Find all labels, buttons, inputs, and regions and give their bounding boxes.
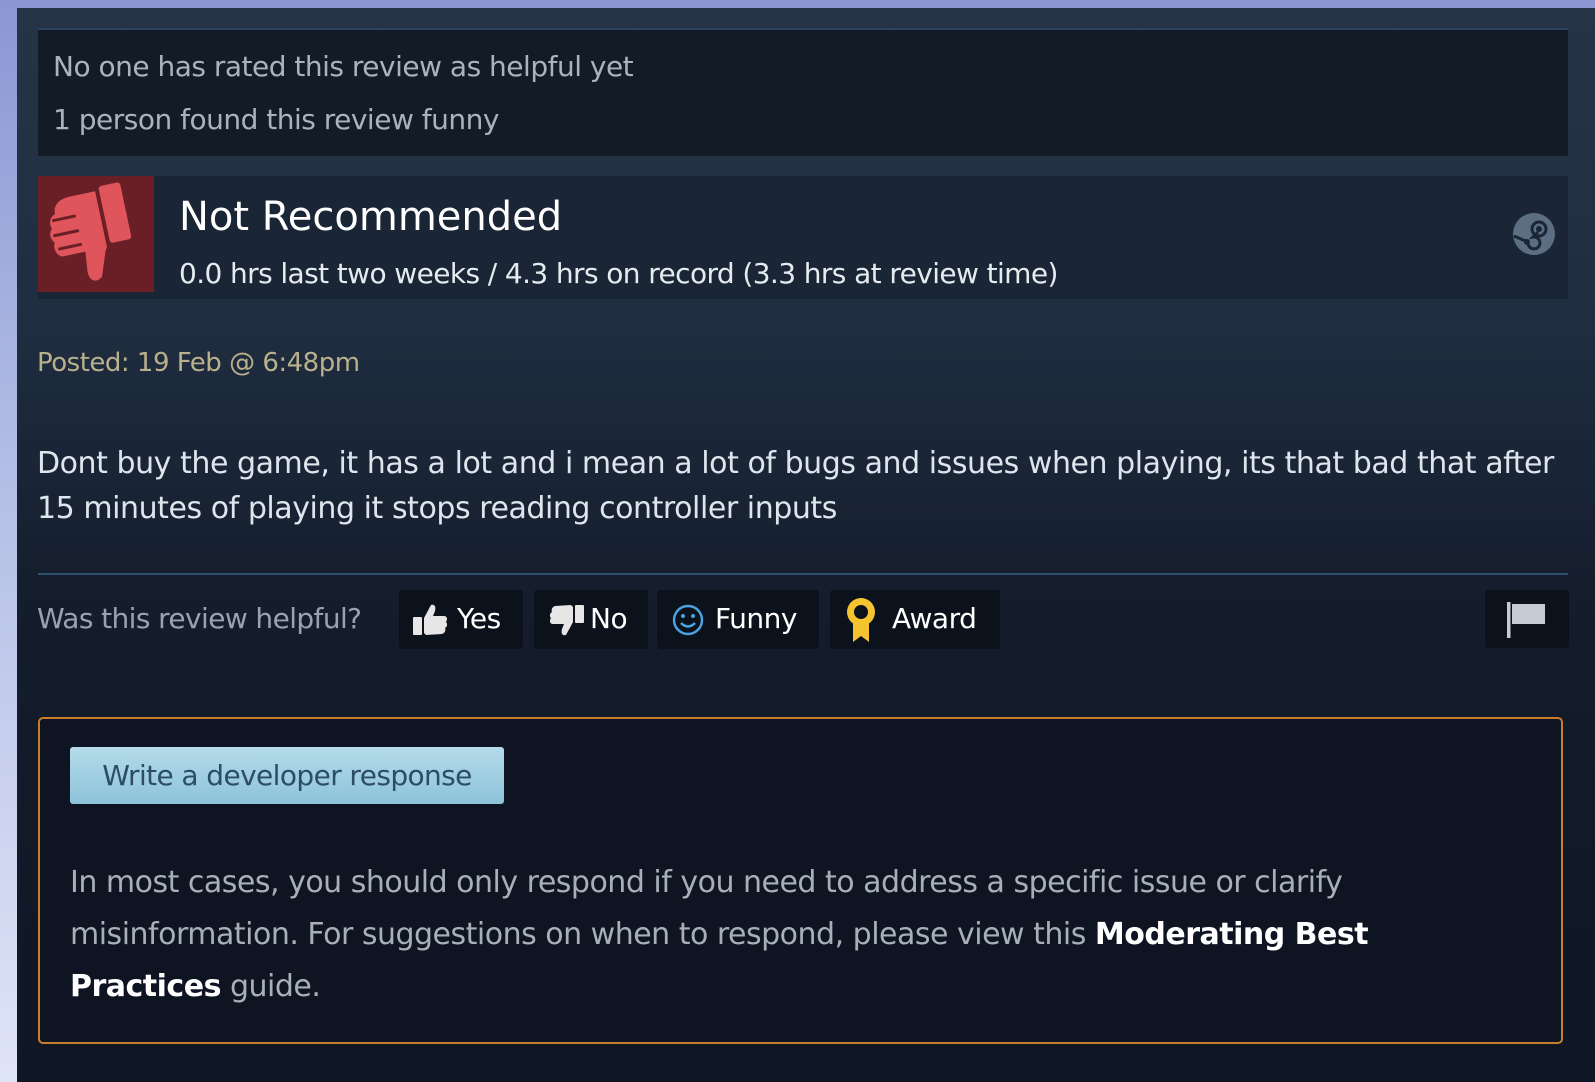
award-icon (842, 596, 880, 644)
award-label: Award (892, 602, 977, 635)
posted-date: Posted: 19 Feb @ 6:48pm (37, 348, 360, 378)
vote-no-label: No (590, 602, 628, 635)
helpful-summary: No one has rated this review as helpful … (53, 50, 634, 83)
rating-controls: Was this review helpful? Yes No Funny Aw… (37, 590, 1569, 650)
vote-funny-label: Funny (715, 602, 797, 635)
thumbs-down-icon (548, 601, 586, 639)
thumbs-up-icon (411, 601, 449, 639)
thumbs-down-icon (38, 176, 154, 292)
vote-yes-button[interactable]: Yes (399, 590, 523, 649)
vote-funny-button[interactable]: Funny (657, 590, 819, 649)
vote-yes-label: Yes (457, 602, 501, 635)
flag-icon (1505, 600, 1549, 640)
developer-response-note: In most cases, you should only respond i… (70, 857, 1520, 1013)
verdict-title[interactable]: Not Recommended (179, 194, 562, 240)
helpful-question: Was this review helpful? (37, 602, 362, 635)
review-helpfulness-box: No one has rated this review as helpful … (38, 28, 1568, 156)
review-panel: No one has rated this review as helpful … (17, 8, 1595, 1082)
review-verdict-header[interactable]: Not Recommended 0.0 hrs last two weeks /… (38, 176, 1568, 299)
smiley-icon (669, 601, 707, 639)
note-text-end: guide. (220, 969, 321, 1004)
vote-no-button[interactable]: No (534, 590, 648, 649)
steam-icon (1512, 212, 1556, 256)
write-developer-response-button[interactable]: Write a developer response (70, 747, 504, 804)
funny-summary: 1 person found this review funny (53, 103, 499, 136)
developer-response-box: Write a developer response In most cases… (38, 717, 1563, 1044)
award-button[interactable]: Award (830, 590, 1000, 649)
hours-played: 0.0 hrs last two weeks / 4.3 hrs on reco… (179, 257, 1058, 290)
review-body: Dont buy the game, it has a lot and i me… (37, 446, 1554, 526)
report-flag-button[interactable] (1485, 590, 1569, 648)
divider (38, 573, 1568, 575)
